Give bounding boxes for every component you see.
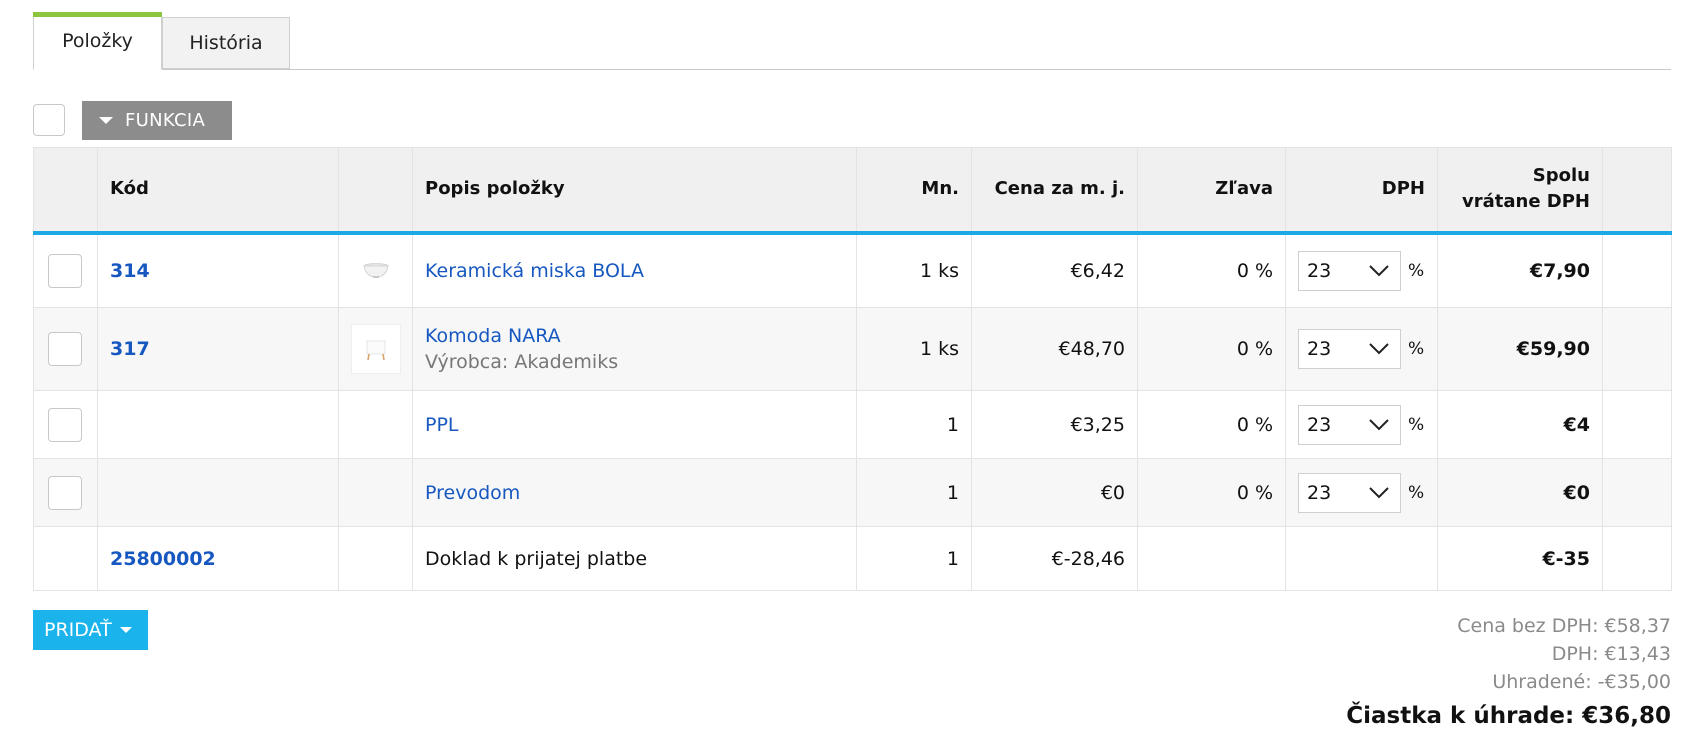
item-name-link[interactable]: Komoda NARA [425,325,844,347]
header-code[interactable]: Kód [97,147,339,235]
item-name-text: Doklad k prijatej platbe [412,526,857,591]
table-row: 314 Keramická miska BOLA 1 ks €6,42 0 % [33,232,1672,308]
item-image-empty [338,526,413,591]
table-row: 317 Komoda NARA Výrobca: Akademiks 1 ks [33,307,1672,391]
item-name-link[interactable]: PPL [425,414,459,436]
tab-historia[interactable]: História [162,17,290,69]
function-button-label: FUNKCIA [125,109,206,131]
vat-select[interactable]: 23 [1298,250,1401,291]
item-name-link[interactable]: Prevodom [425,482,520,504]
tab-polozky[interactable]: Položky [33,12,162,70]
function-dropdown-button[interactable]: FUNKCIA [82,100,232,140]
item-code-link[interactable]: 25800002 [110,548,216,570]
vat-select-value: 23 [1307,259,1332,282]
vat-select-value: 23 [1307,338,1332,360]
item-quantity: 1 ks [856,232,972,308]
items-table: Kód Popis položky Mn. Cena za m. j. Zľav… [33,147,1672,591]
toolbar: FUNKCIA [33,100,232,140]
row-checkbox[interactable] [48,475,82,510]
bowl-thumbnail[interactable] [352,247,400,295]
vat-select[interactable]: 23 [1298,472,1401,513]
vat-select[interactable]: 23 [1298,329,1401,369]
row-actions [1602,390,1672,459]
header-quantity[interactable]: Mn. [856,147,972,235]
item-discount: 0 % [1137,458,1286,527]
item-manufacturer: Výrobca: Akademiks [425,351,619,373]
chevron-down-icon [1369,418,1389,430]
table-row: PPL 1 €3,25 0 % 23 % €4 [33,390,1672,459]
row-actions [1602,526,1672,591]
item-unit-price: €6,42 [971,232,1138,308]
item-discount: 0 % [1137,390,1286,459]
header-discount[interactable]: Zľava [1137,147,1286,235]
select-all-checkbox[interactable] [33,104,65,136]
tab-bar: Položky História [33,12,1671,70]
item-unit-price: €0 [971,458,1138,527]
item-quantity: 1 [856,390,972,459]
item-image-empty [338,458,413,527]
row-actions [1602,232,1672,308]
item-image-empty [338,390,413,459]
header-select [33,147,98,235]
item-unit-price: €48,70 [971,307,1138,391]
header-actions [1602,147,1672,235]
row-select-empty [33,526,98,591]
header-total[interactable]: Spolu vrátane DPH [1437,147,1603,235]
vat-amount: DPH: €13,43 [1551,643,1671,665]
add-button-label: PRIDAŤ [44,619,112,641]
vat-select[interactable]: 23 [1298,404,1401,445]
item-quantity: 1 ks [856,307,972,391]
dresser-icon [366,340,386,361]
tab-bar-line [33,69,1671,70]
header-description[interactable]: Popis položky [412,147,857,235]
item-quantity: 1 [856,458,972,527]
vat-unit: % [1408,339,1425,359]
order-summary: Cena bez DPH: €58,37 DPH: €13,43 Uhraden… [1346,612,1671,730]
add-item-button[interactable]: PRIDAŤ [33,610,148,650]
item-vat [1285,526,1438,591]
table-row: Prevodom 1 €0 0 % 23 % €0 [33,458,1672,527]
item-total: €0 [1437,458,1603,527]
item-total: €7,90 [1437,232,1603,308]
price-without-vat: Cena bez DPH: €58,37 [1457,615,1671,637]
header-vat[interactable]: DPH [1285,147,1438,235]
item-code-link[interactable]: 314 [110,260,150,282]
item-code-link[interactable]: 317 [110,338,150,360]
table-row: 25800002 Doklad k prijatej platbe 1 €-28… [33,526,1672,591]
item-discount [1137,526,1286,591]
item-name-link[interactable]: Keramická miska BOLA [425,260,644,282]
vat-select-value: 23 [1307,481,1332,504]
chevron-down-icon [1369,486,1389,498]
item-discount: 0 % [1137,307,1286,391]
item-total: €4 [1437,390,1603,459]
item-unit-price: €-28,46 [971,526,1138,591]
amount-to-pay: Čiastka k úhrade: €36,80 [1346,703,1671,729]
item-quantity: 1 [856,526,972,591]
vat-unit: % [1408,482,1425,503]
paid-amount: Uhradené: -€35,00 [1492,671,1671,693]
row-checkbox[interactable] [48,407,82,442]
dresser-thumbnail[interactable] [351,324,401,374]
vat-unit: % [1408,414,1425,435]
bowl-icon [363,262,388,278]
item-total: €-35 [1437,526,1603,591]
row-actions [1602,458,1672,527]
vat-unit: % [1408,260,1425,281]
header-image [338,147,413,235]
item-discount: 0 % [1137,232,1286,308]
caret-down-icon [119,627,132,633]
item-unit-price: €3,25 [971,390,1138,459]
item-total: €59,90 [1437,307,1603,391]
caret-down-icon [99,116,113,124]
chevron-down-icon [1369,343,1389,355]
row-actions [1602,307,1672,391]
header-unit-price[interactable]: Cena za m. j. [971,147,1138,235]
row-checkbox[interactable] [48,253,82,288]
order-items-panel: Položky História FUNKCIA Kód Popis polož… [0,0,1689,738]
table-header-row: Kód Popis položky Mn. Cena za m. j. Zľav… [33,147,1672,235]
chevron-down-icon [1369,265,1389,277]
row-checkbox[interactable] [48,332,82,366]
vat-select-value: 23 [1307,413,1332,436]
